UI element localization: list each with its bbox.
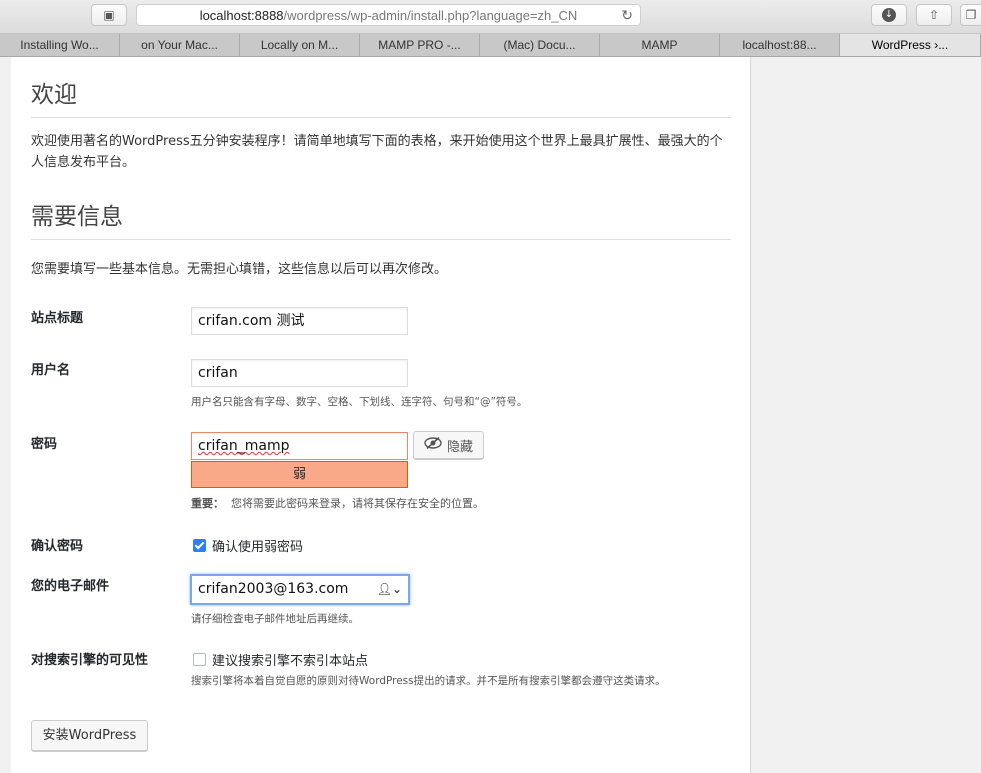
username-hint: 用户名只能含有字母、数字、空格、下划线、连字符、句号和“@”符号。 bbox=[191, 396, 528, 408]
welcome-text: 欢迎使用著名的WordPress五分钟安装程序！请简单地填写下面的表格，来开始使… bbox=[31, 134, 723, 170]
discourage-search-label: 建议搜索引擎不索引本站点 bbox=[212, 654, 369, 669]
browser-tab[interactable]: Locally on M... bbox=[240, 34, 360, 56]
discourage-search-option[interactable]: 建议搜索引擎不索引本站点 bbox=[193, 650, 368, 669]
password-note-bold: 重要： bbox=[191, 497, 224, 510]
browser-tab-active[interactable]: WordPress ›... bbox=[840, 34, 981, 56]
email-value: crifan2003@163.com bbox=[198, 581, 349, 597]
page-background bbox=[751, 57, 981, 773]
site-title-label: 站点标题 bbox=[31, 311, 84, 326]
password-strength-meter: 弱 bbox=[191, 461, 408, 488]
browser-tab[interactable]: MAMP bbox=[600, 34, 720, 56]
info-heading: 需要信息 bbox=[31, 197, 731, 240]
email-hint: 请仔细检查电子邮件地址后再继续。 bbox=[191, 613, 359, 625]
url-host: localhost:8888 bbox=[199, 7, 284, 23]
hide-password-label: 隐藏 bbox=[446, 439, 473, 455]
password-note-text: 您将需要此密码来登录，请将其保存在安全的位置。 bbox=[231, 497, 484, 510]
password-value: crifan_mamp bbox=[198, 438, 290, 454]
browser-tab[interactable]: (Mac) Docu... bbox=[480, 34, 600, 56]
browser-toolbar: ▣ localhost:8888/wordpress/wp-admin/inst… bbox=[0, 0, 981, 34]
contact-autofill-icon[interactable]: 👤︎⌄ bbox=[377, 576, 402, 603]
eye-slash-icon bbox=[424, 436, 442, 453]
email-input[interactable]: crifan2003@163.com 👤︎⌄ bbox=[190, 574, 410, 605]
confirm-weak-password-option[interactable]: 确认使用弱密码 bbox=[193, 536, 303, 555]
tabs-icon: ❐ bbox=[965, 8, 977, 22]
install-wordpress-button[interactable]: 安装WordPress bbox=[31, 720, 148, 751]
tab-bar: Installing Wo... on Your Mac... Locally … bbox=[0, 34, 981, 57]
confirm-weak-password-label: 确认使用弱密码 bbox=[212, 540, 304, 555]
download-icon: ↓ bbox=[882, 8, 896, 22]
install-panel: 欢迎 欢迎使用著名的WordPress五分钟安装程序！请简单地填写下面的表格，来… bbox=[11, 57, 751, 773]
discourage-search-checkbox[interactable] bbox=[193, 653, 206, 666]
share-button[interactable]: ⇧ bbox=[916, 4, 952, 26]
email-label: 您的电子邮件 bbox=[31, 579, 110, 594]
password-note: 重要： 您将需要此密码来登录，请将其保存在安全的位置。 bbox=[191, 495, 484, 511]
browser-tab[interactable]: localhost:88... bbox=[720, 34, 840, 56]
password-label: 密码 bbox=[31, 437, 58, 452]
sidebar-toggle-button[interactable]: ▣ bbox=[91, 4, 127, 26]
address-bar[interactable]: localhost:8888/wordpress/wp-admin/instal… bbox=[136, 4, 641, 26]
search-visibility-label: 对搜索引擎的可见性 bbox=[31, 653, 149, 668]
username-input[interactable]: crifan bbox=[191, 359, 408, 387]
search-visibility-hint: 搜索引擎将本着自觉自愿的原则对待WordPress提出的请求。并不是所有搜索引擎… bbox=[191, 675, 666, 687]
browser-tab[interactable]: MAMP PRO -... bbox=[360, 34, 480, 56]
browser-tab[interactable]: on Your Mac... bbox=[120, 34, 240, 56]
confirm-weak-password-checkbox[interactable] bbox=[193, 539, 206, 552]
reload-icon[interactable]: ↻ bbox=[621, 7, 633, 24]
sidebar-icon: ▣ bbox=[103, 8, 115, 22]
site-title-input[interactable]: crifan.com 测试 bbox=[191, 307, 408, 335]
info-text: 您需要填写一些基本信息。无需担心填错，这些信息以后可以再次修改。 bbox=[31, 262, 448, 277]
welcome-heading: 欢迎 bbox=[31, 75, 731, 118]
username-label: 用户名 bbox=[31, 363, 71, 378]
password-input[interactable]: crifan_mamp bbox=[191, 432, 408, 460]
confirm-password-label: 确认密码 bbox=[31, 539, 84, 554]
tabs-overview-button[interactable]: ❐ bbox=[960, 4, 981, 26]
downloads-button[interactable]: ↓ bbox=[871, 4, 907, 26]
browser-tab[interactable]: Installing Wo... bbox=[0, 34, 120, 56]
hide-password-button[interactable]: 隐藏 bbox=[413, 431, 484, 459]
url-path: /wordpress/wp-admin/install.php?language… bbox=[283, 7, 578, 23]
share-icon: ⇧ bbox=[928, 8, 940, 22]
